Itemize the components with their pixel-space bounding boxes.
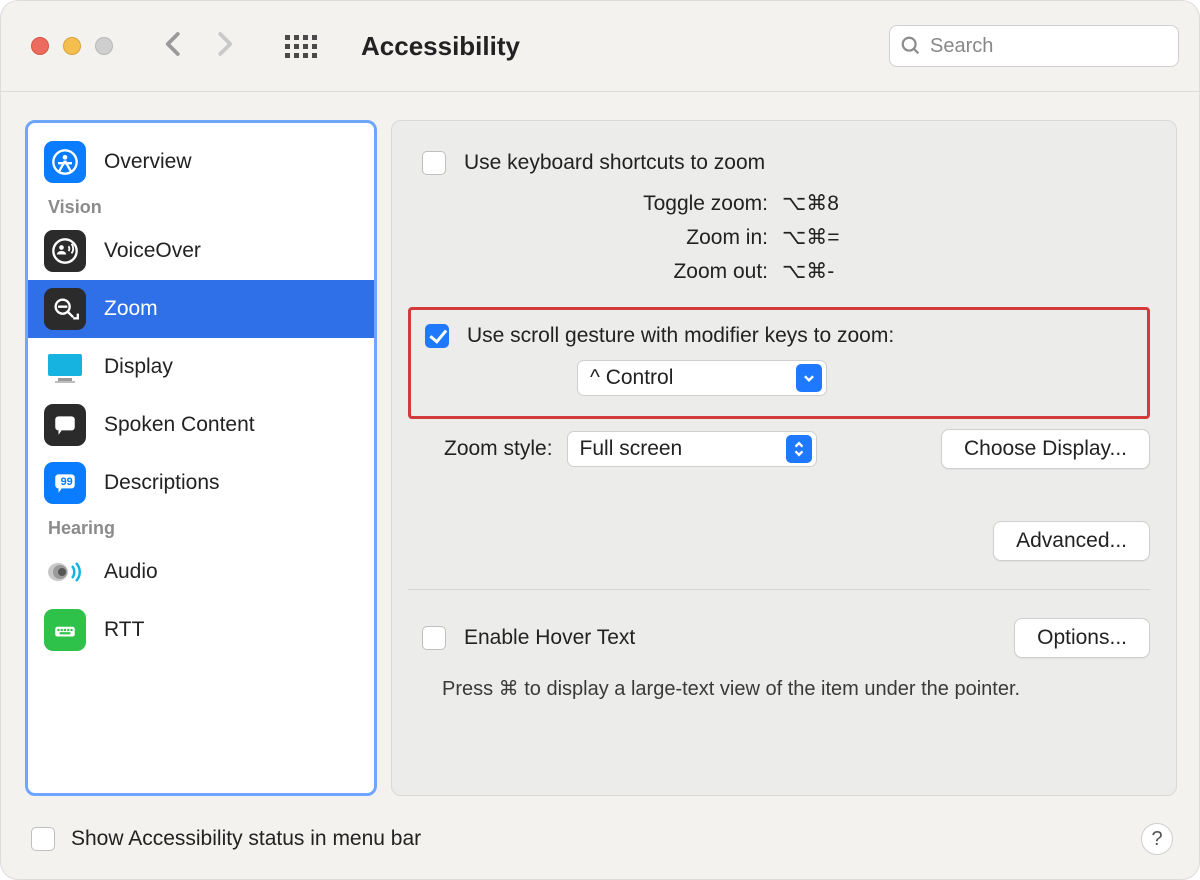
search-field[interactable]: Search [889, 25, 1179, 67]
footer: Show Accessibility status in menu bar [31, 827, 421, 851]
zoom-style-select[interactable]: Full screen [567, 431, 817, 467]
scroll-gesture-checkbox[interactable] [425, 324, 449, 348]
spoken-content-icon [44, 404, 86, 446]
zoom-style-value: Full screen [580, 437, 683, 461]
modifier-key-value: ^ Control [590, 366, 673, 390]
hover-hint: Press ⌘ to display a large-text view of … [442, 676, 1150, 701]
statusbar-checkbox[interactable] [31, 827, 55, 851]
advanced-button[interactable]: Advanced... [993, 521, 1150, 561]
sidebar-item-label: Overview [104, 150, 192, 174]
toggle-zoom-keys: ⌥⌘8 [782, 187, 839, 221]
show-all-button[interactable] [285, 35, 317, 58]
content-pane: Use keyboard shortcuts to zoom Toggle zo… [391, 120, 1177, 796]
section-vision: Vision [28, 191, 374, 222]
sidebar-item-rtt[interactable]: RTT [28, 601, 374, 659]
zoom-in-label: Zoom in: [408, 221, 768, 255]
window-title: Accessibility [361, 31, 520, 62]
search-placeholder: Search [930, 35, 993, 58]
sidebar-item-spoken[interactable]: Spoken Content [28, 396, 374, 454]
back-button[interactable] [159, 29, 189, 64]
rtt-icon [44, 609, 86, 651]
zoom-style-label: Zoom style: [444, 437, 553, 461]
sidebar-item-label: Zoom [104, 297, 158, 321]
sidebar-item-voiceover[interactable]: VoiceOver [28, 222, 374, 280]
sidebar-item-label: Descriptions [104, 471, 220, 495]
display-icon [44, 346, 86, 388]
kbd-shortcuts-label: Use keyboard shortcuts to zoom [464, 151, 765, 175]
zoom-out-label: Zoom out: [408, 255, 768, 289]
window-controls [31, 37, 113, 55]
choose-display-button[interactable]: Choose Display... [941, 429, 1150, 469]
hover-options-label: Options... [1037, 626, 1127, 650]
statusbar-label: Show Accessibility status in menu bar [71, 827, 421, 851]
help-label: ? [1151, 828, 1162, 851]
hover-text-label: Enable Hover Text [464, 626, 635, 650]
help-button[interactable]: ? [1141, 823, 1173, 855]
overview-icon [44, 141, 86, 183]
svg-text:99: 99 [61, 476, 73, 488]
sidebar-item-label: VoiceOver [104, 239, 201, 263]
advanced-label: Advanced... [1016, 529, 1127, 553]
zoom-window[interactable] [95, 37, 113, 55]
scroll-gesture-label: Use scroll gesture with modifier keys to… [467, 324, 894, 348]
sidebar-item-overview[interactable]: Overview [28, 133, 374, 191]
zoom-icon [44, 288, 86, 330]
titlebar: Accessibility Search [1, 1, 1199, 91]
minimize-window[interactable] [63, 37, 81, 55]
shortcut-list: Toggle zoom: ⌥⌘8 Zoom in: ⌥⌘= Zoom out: ⌥⌘- [408, 187, 1150, 289]
search-icon [900, 35, 922, 57]
forward-button[interactable] [209, 29, 239, 64]
sidebar-item-zoom[interactable]: Zoom [28, 280, 374, 338]
chevron-down-icon [796, 364, 822, 392]
toggle-zoom-label: Toggle zoom: [408, 187, 768, 221]
modifier-key-select[interactable]: ^ Control [577, 360, 827, 396]
zoom-in-keys: ⌥⌘= [782, 221, 839, 255]
sidebar-item-label: Spoken Content [104, 413, 255, 437]
updown-stepper-icon [786, 435, 812, 463]
choose-display-label: Choose Display... [964, 437, 1127, 461]
section-hearing: Hearing [28, 512, 374, 543]
nav-arrows [159, 29, 239, 64]
sidebar-item-label: Audio [104, 560, 158, 584]
highlighted-section: Use scroll gesture with modifier keys to… [408, 307, 1150, 419]
sidebar-item-descriptions[interactable]: 99 Descriptions [28, 454, 374, 512]
kbd-shortcuts-checkbox[interactable] [422, 151, 446, 175]
voiceover-icon [44, 230, 86, 272]
close-window[interactable] [31, 37, 49, 55]
audio-icon [44, 551, 86, 593]
sidebar-item-display[interactable]: Display [28, 338, 374, 396]
descriptions-icon: 99 [44, 462, 86, 504]
section-divider [408, 589, 1150, 590]
sidebar-item-label: Display [104, 355, 173, 379]
sidebar-item-label: RTT [104, 618, 144, 642]
hover-options-button[interactable]: Options... [1014, 618, 1150, 658]
hover-text-checkbox[interactable] [422, 626, 446, 650]
preferences-window: Accessibility Search Overview Vision Voi… [0, 0, 1200, 880]
body: Overview Vision VoiceOver Zoom Display [1, 92, 1199, 796]
sidebar: Overview Vision VoiceOver Zoom Display [25, 120, 377, 796]
sidebar-item-audio[interactable]: Audio [28, 543, 374, 601]
zoom-out-keys: ⌥⌘- [782, 255, 834, 289]
